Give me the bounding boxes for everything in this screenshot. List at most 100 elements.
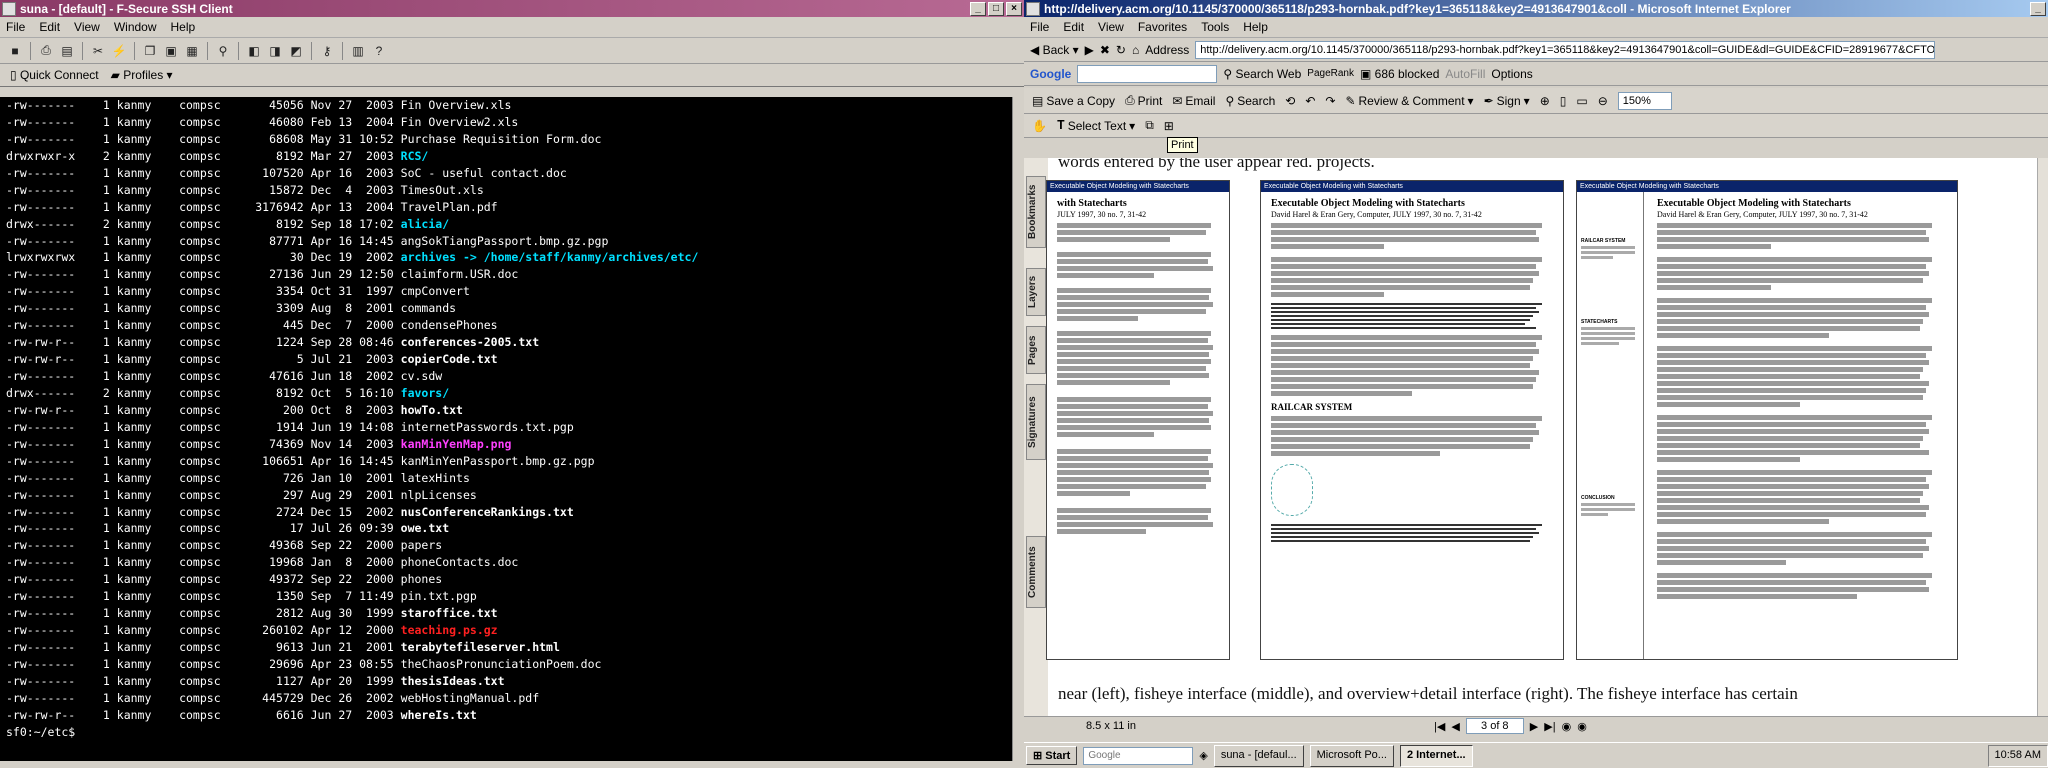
search-button[interactable]: ⚲ Search <box>1225 94 1275 108</box>
terminal-line: -rw------- 1 kanmy compsc 3176942 Apr 13… <box>6 199 1012 216</box>
select-text-button[interactable]: 𝐓 Select Text ▾ <box>1057 118 1135 133</box>
tab-bookmarks[interactable]: Bookmarks <box>1026 176 1046 248</box>
sign-button[interactable]: ✒ Sign ▾ <box>1484 94 1530 108</box>
review-comment-button[interactable]: ✎ Review & Comment ▾ <box>1345 94 1473 108</box>
print-preview-icon[interactable]: ▤ <box>58 42 76 60</box>
ie-menu-file[interactable]: File <box>1030 20 1049 34</box>
overview-pane[interactable]: RAILCAR SYSTEM STATECHARTS CONCLUSION <box>1577 192 1644 659</box>
zoom-in-icon[interactable]: ⊕ <box>1540 94 1550 108</box>
hand-tool-icon[interactable]: ✋ <box>1032 119 1047 133</box>
refresh-icon[interactable]: ↻ <box>1116 43 1126 57</box>
options-button[interactable]: Options <box>1491 67 1532 81</box>
save-copy-button[interactable]: ▤ Save a Copy <box>1032 94 1115 108</box>
key-icon[interactable]: ⚷ <box>318 42 336 60</box>
print-button[interactable]: ⎙ Print <box>1125 93 1162 108</box>
settings-icon[interactable]: ◨ <box>266 42 284 60</box>
menu-file[interactable]: File <box>6 20 25 34</box>
help-book-icon[interactable]: ▥ <box>349 42 367 60</box>
print-tooltip: Print <box>1167 137 1198 153</box>
single-page-icon[interactable]: ▯ <box>1560 94 1567 108</box>
menu-window[interactable]: Window <box>114 20 157 34</box>
task-powerpoint[interactable]: Microsoft Po... <box>1309 744 1394 767</box>
tab-signatures[interactable]: Signatures <box>1026 384 1046 460</box>
pdf-vertical-scrollbar[interactable] <box>2037 158 2048 718</box>
fit-width-icon[interactable]: ▭ <box>1576 94 1587 108</box>
next-page-icon[interactable]: ▶ <box>1530 720 1538 733</box>
first-page-icon[interactable]: |◀ <box>1434 720 1445 733</box>
go-back-icon[interactable]: ◉ <box>1562 720 1572 733</box>
stop-icon[interactable]: ✖ <box>1100 43 1110 57</box>
last-page-icon[interactable]: ▶| <box>1544 720 1555 733</box>
autofill-button[interactable]: AutoFill <box>1445 67 1485 81</box>
connect-icon[interactable]: ⚡ <box>110 42 128 60</box>
paste-special-icon[interactable]: ▦ <box>183 42 201 60</box>
popup-blocked-button[interactable]: ▣ 686 blocked <box>1360 67 1439 81</box>
menu-help[interactable]: Help <box>171 20 196 34</box>
snapshot-icon[interactable]: ⧉ <box>1145 118 1154 133</box>
start-button[interactable]: ⊞ Start <box>1026 746 1078 765</box>
google-deskbar-input[interactable]: Google <box>1083 746 1194 765</box>
tab-comments[interactable]: Comments <box>1026 536 1046 608</box>
ie-menu-help[interactable]: Help <box>1243 20 1268 34</box>
menu-edit[interactable]: Edit <box>39 20 60 34</box>
system-tray-clock[interactable]: 10:58 AM <box>1987 744 2048 767</box>
file-name: alicia/ <box>400 216 450 231</box>
rotate-icon[interactable]: ⟲ <box>1285 94 1295 108</box>
pdf-document-area[interactable]: Bookmarks Layers Pages Signatures Commen… <box>1024 158 2048 718</box>
quick-connect-button[interactable]: ▯ Quick Connect <box>10 68 99 82</box>
ie-menu-favorites[interactable]: Favorites <box>1138 20 1187 34</box>
copy-icon[interactable]: ❐ <box>141 42 159 60</box>
paragraph-lines <box>1271 416 1553 456</box>
menu-view[interactable]: View <box>74 20 100 34</box>
maximize-button[interactable]: □ <box>988 1 1004 16</box>
terminal-line: -rw------- 1 kanmy compsc 45056 Nov 27 2… <box>6 97 1012 114</box>
tab-layers[interactable]: Layers <box>1026 268 1046 316</box>
file-meta: -rw------- 1 kanmy compsc 297 Aug 29 200… <box>6 487 401 502</box>
task-internet-explorer[interactable]: 2 Internet... <box>1399 744 1473 767</box>
paste-icon[interactable]: ▣ <box>162 42 180 60</box>
close-button[interactable]: × <box>1006 1 1022 16</box>
google-search-input[interactable] <box>1077 64 1218 83</box>
railcar-figure <box>1271 464 1313 516</box>
terminal-scrollbar[interactable] <box>1012 97 1024 761</box>
back-button[interactable]: ◀ Back ▾ <box>1030 43 1079 57</box>
save-icon[interactable]: ■ <box>6 42 24 60</box>
find-icon[interactable]: ⚲ <box>214 42 232 60</box>
ie-minimize-button[interactable]: _ <box>2030 1 2046 16</box>
paragraph-lines <box>1057 449 1219 496</box>
thumbnails-icon[interactable]: ⊞ <box>1164 119 1174 133</box>
ie-menu-view[interactable]: View <box>1098 20 1124 34</box>
task-ssh[interactable]: suna - [defaul... <box>1213 744 1304 767</box>
file-name: nlpLicenses <box>400 487 477 502</box>
profiles-button[interactable]: ▰ Profiles ▾ <box>111 68 173 82</box>
email-button[interactable]: ✉ Email <box>1172 94 1215 108</box>
address-input[interactable]: http://delivery.acm.org/10.1145/370000/3… <box>1195 40 1936 59</box>
ie-menu-tools[interactable]: Tools <box>1201 20 1229 34</box>
paragraph-lines <box>1657 532 1943 565</box>
profile-icon[interactable]: ◩ <box>287 42 305 60</box>
file-transfer-icon[interactable]: ◧ <box>245 42 263 60</box>
ie-title-bar[interactable]: http://delivery.acm.org/10.1145/370000/3… <box>1024 0 2048 17</box>
go-forward-icon[interactable]: ◉ <box>1577 720 1587 733</box>
ssh-title-bar[interactable]: suna - [default] - F-Secure SSH Client _… <box>0 0 1024 17</box>
quicklaunch-icon[interactable]: ◈ <box>1199 749 1207 762</box>
tab-pages[interactable]: Pages <box>1026 326 1046 374</box>
print-icon[interactable]: ⎙ <box>37 42 55 60</box>
ie-menu-edit[interactable]: Edit <box>1063 20 1084 34</box>
google-logo[interactable]: Google <box>1030 67 1071 81</box>
minimize-button[interactable]: _ <box>970 1 986 16</box>
terminal-output[interactable]: -rw------- 1 kanmy compsc 45056 Nov 27 2… <box>0 97 1012 761</box>
home-icon[interactable]: ⌂ <box>1132 43 1139 57</box>
figure-window-right: Executable Object Modeling with Statecha… <box>1576 180 1958 660</box>
redo-icon[interactable]: ↷ <box>1325 94 1335 108</box>
zoom-out-icon[interactable]: ⊖ <box>1598 94 1608 108</box>
file-meta: -rw------- 1 kanmy compsc 46080 Feb 13 2… <box>6 114 401 129</box>
zoom-level-input[interactable]: 150% <box>1617 91 1672 110</box>
undo-icon[interactable]: ↶ <box>1305 94 1315 108</box>
page-number-input[interactable]: 3 of 8 <box>1465 718 1524 734</box>
search-web-button[interactable]: ⚲ Search Web <box>1223 67 1301 81</box>
context-help-icon[interactable]: ? <box>370 42 388 60</box>
disconnect-icon[interactable]: ✂ <box>89 42 107 60</box>
prev-page-icon[interactable]: ◀ <box>1451 720 1459 733</box>
forward-icon[interactable]: ▶ <box>1085 43 1094 57</box>
